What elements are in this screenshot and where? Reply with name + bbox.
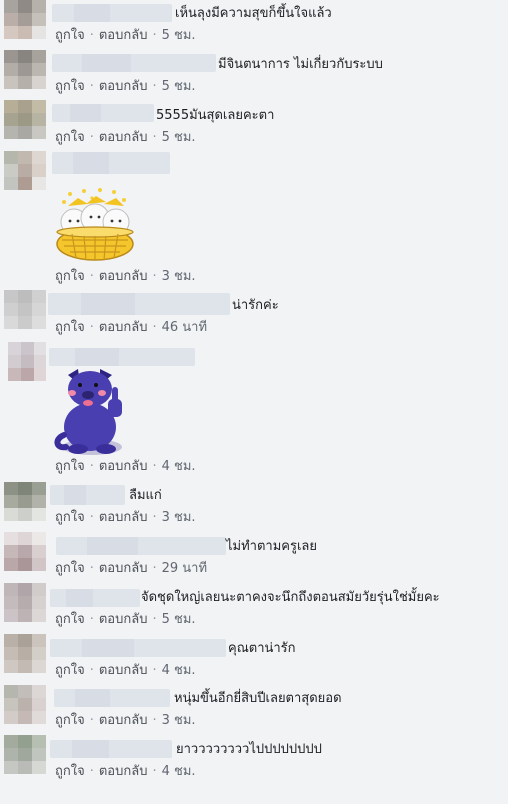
cats-in-basket-sticker[interactable] xyxy=(54,188,136,262)
comment-text: หนุ่มขึ้นอีกยี่สิบปีเลยตาสุดยอด xyxy=(174,691,342,706)
like-button[interactable]: ถูกใจ xyxy=(55,510,85,525)
like-button[interactable]: ถูกใจ xyxy=(55,320,85,335)
commenter-name[interactable] xyxy=(48,293,230,315)
like-button[interactable]: ถูกใจ xyxy=(55,28,85,43)
commenter-name[interactable] xyxy=(49,348,195,366)
comment-text: เห็นลุงมีความสุขก็ขึ้นใจแล้ว xyxy=(175,6,332,21)
commenter-name[interactable] xyxy=(52,104,154,122)
comment-meta: ถูกใจ · ตอบกลับ · 46 นาที xyxy=(55,320,208,335)
timestamp[interactable]: 5 ชม. xyxy=(162,130,196,145)
reply-button[interactable]: ตอบกลับ xyxy=(99,713,148,728)
avatar[interactable] xyxy=(4,583,48,623)
avatar[interactable] xyxy=(4,290,48,330)
timestamp[interactable]: 5 ชม. xyxy=(162,612,196,627)
like-button[interactable]: ถูกใจ xyxy=(55,663,85,678)
blue-dog-thumbs-up-sticker[interactable] xyxy=(54,365,140,457)
comment-text: ลืมแก่ xyxy=(129,488,162,503)
avatar[interactable] xyxy=(8,342,46,382)
timestamp[interactable]: 3 ชม. xyxy=(162,713,196,728)
comment-meta: ถูกใจ · ตอบกลับ · 4 ชม. xyxy=(55,764,196,779)
comment-meta: ถูกใจ · ตอบกลับ · 4 ชม. xyxy=(55,459,196,474)
comment-meta: ถูกใจ · ตอบกลับ · 5 ชม. xyxy=(55,612,196,627)
comment-meta: ถูกใจ · ตอบกลับ · 3 ชม. xyxy=(55,713,196,728)
commenter-name[interactable] xyxy=(50,589,140,607)
like-button[interactable]: ถูกใจ xyxy=(55,561,85,576)
reply-button[interactable]: ตอบกลับ xyxy=(99,459,148,474)
timestamp[interactable]: 3 ชม. xyxy=(162,510,196,525)
reply-button[interactable]: ตอบกลับ xyxy=(99,28,148,43)
comment-text: มีจินตนาการ ไม่เกี่ยวกับระบบ xyxy=(218,57,383,72)
avatar[interactable] xyxy=(4,50,48,90)
timestamp[interactable]: 5 ชม. xyxy=(162,28,196,43)
avatar[interactable] xyxy=(4,0,48,40)
avatar[interactable] xyxy=(4,482,48,522)
timestamp[interactable]: 4 ชม. xyxy=(162,764,196,779)
commenter-name[interactable] xyxy=(52,54,216,72)
timestamp[interactable]: 5 ชม. xyxy=(162,79,196,94)
comment-text: 5555มันสุดเลยคะตา xyxy=(156,108,275,123)
comment-text: คุณตาน่ารัก xyxy=(228,641,296,656)
comment-meta: ถูกใจ · ตอบกลับ · 5 ชม. xyxy=(55,79,196,94)
reply-button[interactable]: ตอบกลับ xyxy=(99,561,148,576)
like-button[interactable]: ถูกใจ xyxy=(55,612,85,627)
comment-meta: ถูกใจ · ตอบกลับ · 3 ชม. xyxy=(55,269,196,284)
avatar[interactable] xyxy=(4,685,48,725)
commenter-name[interactable] xyxy=(52,152,170,174)
comment-text: จัดชุดใหญ่เลยนะตาคงจะนึกถึงตอนสมัยวัยรุ่… xyxy=(141,590,440,605)
comment-text: ยาววววววววไปปปปปปปป xyxy=(176,742,322,757)
avatar[interactable] xyxy=(4,532,48,572)
avatar[interactable] xyxy=(4,100,48,140)
like-button[interactable]: ถูกใจ xyxy=(55,130,85,145)
reply-button[interactable]: ตอบกลับ xyxy=(99,269,148,284)
comment-meta: ถูกใจ · ตอบกลับ · 4 ชม. xyxy=(55,663,196,678)
comment-meta: ถูกใจ · ตอบกลับ · 29 นาที xyxy=(55,561,208,576)
commenter-name[interactable] xyxy=(56,537,226,555)
commenter-name[interactable] xyxy=(50,639,226,657)
timestamp[interactable]: 4 ชม. xyxy=(162,663,196,678)
reply-button[interactable]: ตอบกลับ xyxy=(99,130,148,145)
like-button[interactable]: ถูกใจ xyxy=(55,713,85,728)
comment-meta: ถูกใจ · ตอบกลับ · 5 ชม. xyxy=(55,130,196,145)
commenter-name[interactable] xyxy=(50,485,125,505)
like-button[interactable]: ถูกใจ xyxy=(55,269,85,284)
timestamp[interactable]: 46 นาที xyxy=(162,320,207,335)
like-button[interactable]: ถูกใจ xyxy=(55,459,85,474)
like-button[interactable]: ถูกใจ xyxy=(55,79,85,94)
comment-text: ไม่ทำตามครูเลย xyxy=(226,539,317,554)
reply-button[interactable]: ตอบกลับ xyxy=(99,79,148,94)
comment-meta: ถูกใจ · ตอบกลับ · 3 ชม. xyxy=(55,510,196,525)
reply-button[interactable]: ตอบกลับ xyxy=(99,764,148,779)
avatar[interactable] xyxy=(4,634,48,674)
timestamp[interactable]: 3 ชม. xyxy=(162,269,196,284)
like-button[interactable]: ถูกใจ xyxy=(55,764,85,779)
reply-button[interactable]: ตอบกลับ xyxy=(99,612,148,627)
reply-button[interactable]: ตอบกลับ xyxy=(99,510,148,525)
reply-button[interactable]: ตอบกลับ xyxy=(99,320,148,335)
reply-button[interactable]: ตอบกลับ xyxy=(99,663,148,678)
timestamp[interactable]: 4 ชม. xyxy=(162,459,196,474)
avatar[interactable] xyxy=(4,151,48,191)
commenter-name[interactable] xyxy=(52,4,172,22)
comment-meta: ถูกใจ · ตอบกลับ · 5 ชม. xyxy=(55,28,196,43)
commenter-name[interactable] xyxy=(54,689,170,707)
comment-text: น่ารักค่ะ xyxy=(232,298,279,313)
timestamp[interactable]: 29 นาที xyxy=(162,561,207,576)
commenter-name[interactable] xyxy=(50,740,172,758)
avatar[interactable] xyxy=(4,735,48,775)
